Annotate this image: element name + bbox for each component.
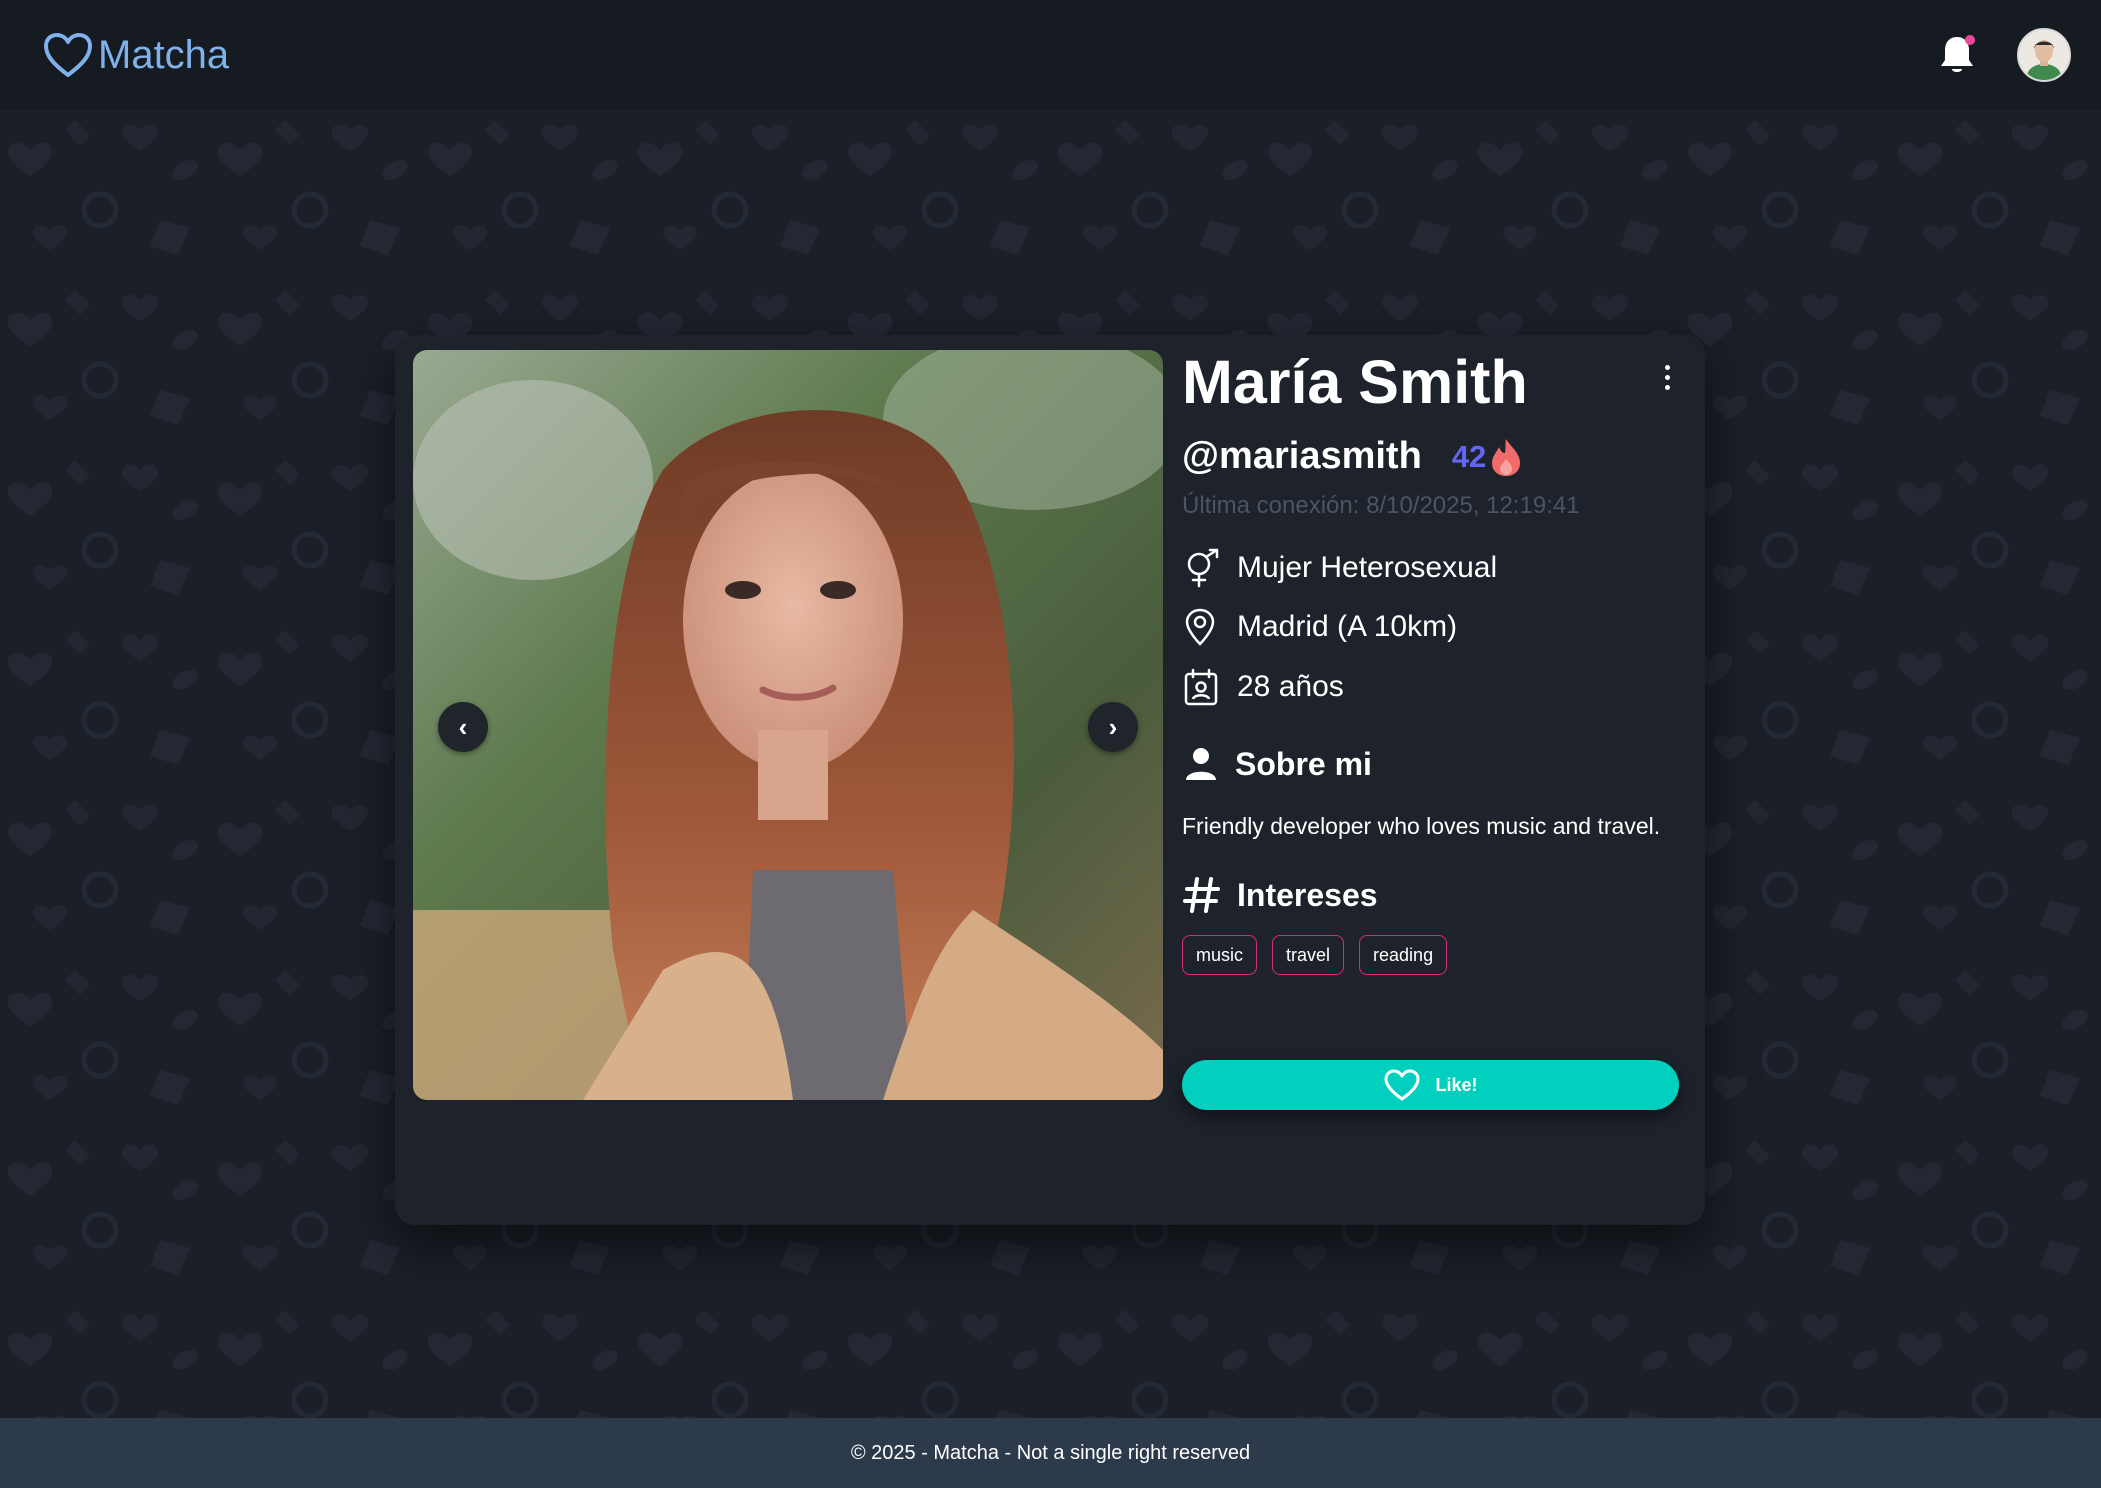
interest-tags: music travel reading	[1182, 935, 1448, 975]
profile-info: María Smith @mariasmith 42 Última conexi…	[1182, 335, 1682, 1225]
kebab-menu-icon	[1664, 365, 1670, 370]
interest-tag[interactable]: reading	[1359, 935, 1448, 975]
gender-icon	[1187, 548, 1219, 588]
next-photo-button[interactable]: ›	[1088, 702, 1138, 752]
calendar-user-icon	[1184, 668, 1218, 706]
like-label: Like!	[1435, 1074, 1478, 1095]
top-navbar: Matcha	[0, 0, 2101, 110]
age-text: 28 años	[1237, 670, 1344, 703]
interest-tag[interactable]: music	[1182, 935, 1258, 975]
last-seen-text: Última conexión: 8/10/2025, 12:19:41	[1182, 492, 1580, 519]
user-icon	[1186, 748, 1216, 780]
interest-tag[interactable]: travel	[1272, 935, 1345, 975]
interests-title: Intereses	[1237, 876, 1378, 913]
heart-logo-icon	[44, 33, 92, 77]
heart-outline-icon	[1384, 1069, 1420, 1101]
notifications-button[interactable]	[1937, 33, 1977, 77]
profile-card: ‹ › María Smith @mariasmith 42 Última co…	[395, 335, 1705, 1225]
more-options-button[interactable]	[1652, 365, 1682, 405]
flame-icon	[1492, 438, 1521, 476]
fame-rating: 42	[1451, 438, 1487, 474]
main-content: ‹ › María Smith @mariasmith 42 Última co…	[0, 110, 2101, 1418]
notification-dot	[1965, 35, 1975, 45]
profile-name: María Smith	[1182, 348, 1528, 416]
portrait-image	[413, 350, 1163, 1100]
footer-text: © 2025 - Matcha - Not a single right res…	[850, 1441, 1251, 1464]
location-pin-icon	[1185, 608, 1215, 646]
about-title: Sobre mi	[1235, 745, 1372, 782]
location-text: Madrid (A 10km)	[1237, 610, 1458, 643]
profile-username: @mariasmith	[1182, 435, 1422, 477]
app-name: Matcha	[98, 32, 230, 77]
profile-photo: ‹ ›	[413, 350, 1163, 1100]
page-footer: © 2025 - Matcha - Not a single right res…	[0, 1418, 2101, 1488]
bio-text: Friendly developer who loves music and t…	[1182, 813, 1661, 839]
avatar-image	[2019, 30, 2069, 80]
hashtag-icon	[1183, 877, 1220, 913]
like-button[interactable]: Like!	[1182, 1060, 1679, 1110]
user-avatar[interactable]	[2017, 28, 2071, 82]
previous-photo-button[interactable]: ‹	[438, 702, 488, 752]
app-logo[interactable]: Matcha	[42, 31, 229, 79]
gender-orientation-text: Mujer Heterosexual	[1237, 551, 1498, 584]
